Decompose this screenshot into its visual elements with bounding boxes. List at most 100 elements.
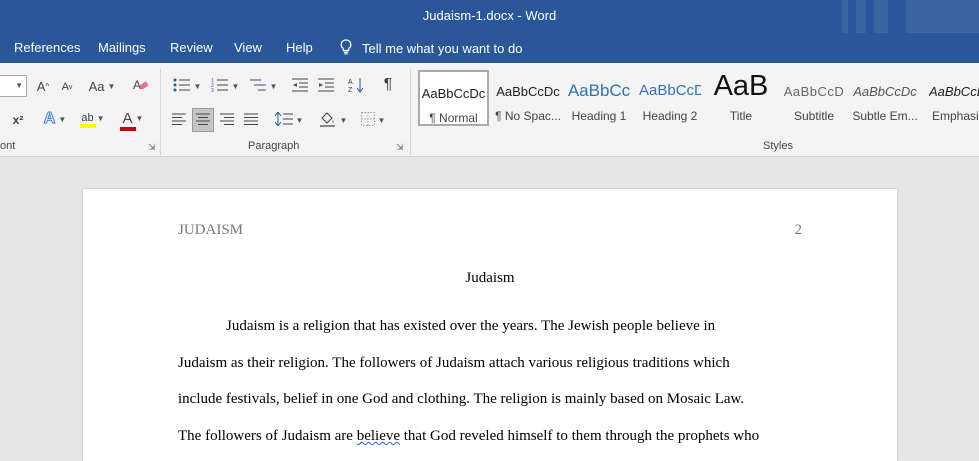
borders-icon — [360, 111, 375, 129]
sort-button[interactable]: AZ — [346, 76, 366, 96]
change-case-icon: Aa — [88, 78, 105, 94]
align-right-button[interactable] — [218, 110, 236, 130]
shading-button[interactable]: ▼ — [316, 110, 350, 130]
body-line: Judaism as their religion. The followers… — [178, 355, 730, 371]
line-spacing-button[interactable]: ▼ — [272, 110, 306, 130]
style-name: ¶ No Spac... — [495, 109, 561, 123]
dialog-launcher-icon[interactable]: ⇲ — [396, 142, 404, 153]
bullet-list-icon — [173, 77, 191, 96]
group-label-paragraph: Paragraph — [248, 140, 300, 152]
line-spacing-icon — [274, 110, 293, 129]
justify-icon — [244, 113, 258, 128]
window-title: Judaism-1.docx - Word — [422, 8, 557, 23]
running-header: JUDAISM — [178, 222, 244, 238]
change-case-button[interactable]: Aa ▼ — [86, 76, 118, 96]
text-run: that God reveled himself to them through… — [400, 428, 760, 444]
align-center-icon — [196, 113, 210, 128]
grow-font-button[interactable]: A ^ — [34, 76, 52, 96]
bullets-button[interactable]: ▼ — [170, 76, 204, 96]
align-center-button[interactable] — [192, 108, 214, 132]
style-name: Heading 2 — [642, 109, 698, 123]
show-formatting-button[interactable]: ¶ — [378, 75, 398, 95]
body-line: Judaism is a religion that has existed o… — [226, 318, 716, 334]
eraser-icon: A — [133, 77, 149, 96]
tell-me-search[interactable]: Tell me what you want to do — [340, 39, 522, 58]
grow-font-icon: A — [36, 78, 46, 94]
numbering-button[interactable]: 1 2 3 ▼ — [208, 76, 242, 96]
highlighter-icon: ab ▼ — [81, 112, 105, 124]
tab-help[interactable]: Help — [286, 40, 313, 55]
style-emphasis[interactable]: AaBbCcDc Emphasi — [926, 70, 979, 126]
dialog-launcher-icon[interactable]: ⇲ — [148, 142, 156, 153]
title-bar: Judaism-1.docx - Word — [0, 0, 979, 33]
style-preview: AaBbCcDc — [929, 84, 979, 99]
style-name: Heading 1 — [571, 109, 627, 123]
chevron-down-icon: ▼ — [295, 115, 304, 125]
numbered-list-icon: 123 — [211, 77, 229, 96]
group-label-font: ont — [0, 140, 16, 152]
borders-button[interactable]: ▼ — [356, 110, 390, 130]
clear-formatting-button[interactable]: A — [132, 76, 150, 96]
svg-text:3: 3 — [211, 88, 214, 93]
page-number: 2 — [794, 222, 803, 238]
highlight-color-button[interactable]: ab ▼ — [76, 109, 110, 131]
font-color-icon: A ▼ — [122, 109, 144, 127]
ribbon: ▼ A ^ Av Aa ▼ A x² A ▼ ab ▼ A ▼ ont ⇲ ▼ 1 2 3 ▼ … — [0, 63, 979, 157]
style-normal[interactable]: AaBbCcDc ¶ Normal — [418, 70, 489, 126]
style-name: Emphasi — [932, 109, 979, 123]
superscript-button[interactable]: x² — [8, 110, 28, 130]
style-preview: AaBbCcDc — [421, 86, 486, 101]
highlight-swatch — [80, 124, 96, 128]
justify-button[interactable] — [242, 110, 260, 130]
body-line: include festivals, belief in one God and… — [178, 391, 745, 407]
svg-text:A: A — [133, 78, 141, 92]
tell-me-label: Tell me what you want to do — [362, 41, 523, 56]
style-preview: AaBbCcD — [639, 82, 701, 99]
font-color-button[interactable]: A ▼ — [116, 109, 150, 131]
tab-mailings[interactable]: Mailings — [98, 40, 146, 55]
increase-indent-button[interactable] — [316, 76, 336, 96]
style-preview: AaB — [713, 70, 769, 102]
tab-review[interactable]: Review — [170, 40, 213, 55]
chevron-down-icon: ▼ — [193, 81, 202, 91]
text-effects-icon: A — [43, 110, 56, 128]
style-subtle-emphasis[interactable]: AaBbCcDc Subtle Em... — [852, 70, 918, 126]
group-divider — [160, 69, 161, 155]
styles-gallery: AaBbCcDc ¶ Normal AaBbCcDc ¶ No Spac... … — [418, 70, 979, 128]
body-line: The followers of Judaism are believe tha… — [178, 428, 759, 445]
chevron-down-icon: ▼ — [269, 81, 278, 91]
chevron-down-icon: ▼ — [96, 113, 105, 123]
text-effects-button[interactable]: A ▼ — [40, 109, 70, 129]
style-no-spacing[interactable]: AaBbCcDc ¶ No Spac... — [492, 70, 564, 126]
document-page[interactable]: JUDAISM 2 Judaism Judaism is a religion … — [83, 189, 897, 461]
paint-bucket-icon — [319, 111, 337, 130]
style-title[interactable]: AaB Title — [709, 70, 773, 126]
style-name: Title — [729, 109, 753, 123]
tab-view[interactable]: View — [234, 40, 262, 55]
chevron-down-icon: ▼ — [339, 115, 348, 125]
style-name: Subtitle — [793, 109, 835, 123]
tab-references[interactable]: References — [14, 40, 80, 55]
font-color-swatch — [120, 126, 136, 131]
style-name: ¶ Normal — [429, 111, 478, 125]
increase-indent-icon — [318, 78, 334, 95]
grammar-error[interactable]: believe — [357, 428, 400, 444]
align-right-icon — [220, 113, 234, 128]
group-divider — [410, 69, 411, 155]
style-preview: AaBbCcDc — [496, 84, 560, 99]
text-run: The followers of Judaism are — [178, 428, 357, 444]
shrink-font-button[interactable]: Av — [58, 77, 76, 97]
style-preview: AaBbCcDc — [853, 84, 917, 99]
style-subtitle[interactable]: AaBbCcD Subtitle — [782, 70, 846, 126]
style-heading-1[interactable]: AaBbCc Heading 1 — [567, 70, 631, 126]
decrease-indent-button[interactable] — [290, 76, 310, 96]
align-left-button[interactable] — [170, 110, 188, 130]
style-heading-2[interactable]: AaBbCcD Heading 2 — [639, 70, 701, 126]
document-title: Judaism — [465, 270, 515, 286]
svg-text:A: A — [348, 79, 353, 86]
style-preview: AaBbCcD — [783, 84, 845, 99]
font-size-dropdown[interactable]: ▼ — [0, 75, 27, 97]
chevron-down-icon: ▼ — [107, 81, 116, 91]
decrease-indent-icon — [292, 78, 308, 95]
multilevel-list-button[interactable]: ▼ — [246, 76, 280, 96]
